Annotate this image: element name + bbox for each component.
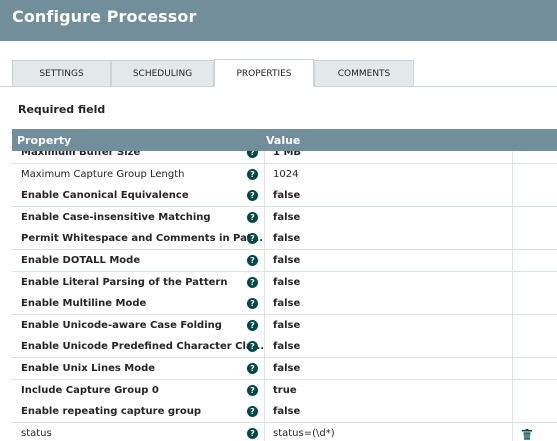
required-field-label: Required field bbox=[18, 103, 106, 116]
property-value[interactable]: false bbox=[264, 314, 512, 337]
table-row[interactable]: Enable Case-insensitive Matching? false bbox=[12, 206, 557, 229]
row-actions bbox=[512, 206, 557, 229]
row-actions bbox=[512, 401, 557, 424]
trash-icon[interactable] bbox=[522, 428, 532, 440]
property-value[interactable]: false bbox=[264, 336, 512, 359]
property-value[interactable]: status=(\d*) bbox=[264, 422, 512, 441]
property-value[interactable]: true bbox=[264, 379, 512, 402]
help-circle-icon[interactable]: ? bbox=[247, 384, 258, 396]
property-name: Enable Unicode-aware Case Folding bbox=[21, 319, 222, 331]
row-actions bbox=[512, 314, 557, 337]
help-circle-icon[interactable]: ? bbox=[247, 276, 258, 288]
property-name: Enable Unicode Predefined Character Cla.… bbox=[21, 341, 263, 353]
help-circle-icon[interactable]: ? bbox=[247, 211, 258, 223]
help-circle-icon[interactable]: ? bbox=[247, 319, 258, 331]
table-row[interactable]: status? status=(\d*) bbox=[12, 422, 557, 441]
row-actions bbox=[512, 358, 557, 380]
row-actions bbox=[512, 163, 557, 186]
property-value[interactable]: 1024 bbox=[264, 163, 512, 186]
property-value[interactable]: false bbox=[264, 358, 512, 380]
help-circle-icon[interactable]: ? bbox=[247, 363, 258, 374]
table-row[interactable]: Enable Literal Parsing of the Pattern? fa… bbox=[12, 271, 557, 294]
row-actions bbox=[512, 271, 557, 294]
dialog-title: Configure Processor bbox=[12, 7, 197, 26]
row-actions bbox=[512, 336, 557, 359]
row-actions bbox=[512, 151, 557, 164]
table-row[interactable]: Maximum Buffer Size? 1 MB bbox=[12, 151, 557, 164]
table-row[interactable]: Enable Unicode Predefined Character Cla.… bbox=[12, 336, 557, 359]
property-value[interactable]: false bbox=[264, 271, 512, 294]
tab-bar: SETTINGS SCHEDULING PROPERTIES COMMENTS bbox=[12, 59, 557, 87]
property-name: Enable repeating capture group bbox=[21, 406, 202, 418]
table-row[interactable]: Enable repeating capture group? false bbox=[12, 401, 557, 424]
table-row[interactable]: Permit Whitespace and Comments in Pat...… bbox=[12, 228, 557, 251]
property-name: Enable DOTALL Mode bbox=[21, 255, 141, 266]
help-circle-icon[interactable]: ? bbox=[247, 168, 258, 180]
dialog-titlebar: Configure Processor bbox=[0, 0, 557, 41]
property-value[interactable]: false bbox=[264, 206, 512, 229]
row-actions bbox=[512, 228, 557, 251]
property-name: Maximum Capture Group Length bbox=[21, 168, 185, 180]
property-name: Maximum Buffer Size bbox=[21, 151, 141, 158]
tab-properties[interactable]: PROPERTIES bbox=[214, 59, 314, 87]
property-name: Enable Canonical Equivalence bbox=[21, 190, 189, 202]
property-value[interactable]: 1 MB bbox=[264, 151, 512, 164]
table-row[interactable]: Enable Unix Lines Mode? false bbox=[12, 358, 557, 380]
property-name: status bbox=[21, 427, 52, 439]
table-row[interactable]: Enable DOTALL Mode? false bbox=[12, 250, 557, 272]
tab-scheduling[interactable]: SCHEDULING bbox=[111, 60, 214, 87]
property-name: Permit Whitespace and Comments in Pat... bbox=[21, 233, 263, 245]
table-row[interactable]: Include Capture Group 0? true bbox=[12, 379, 557, 402]
table-row[interactable]: Maximum Capture Group Length? 1024 bbox=[12, 163, 557, 186]
table-row[interactable]: Enable Unicode-aware Case Folding? false bbox=[12, 314, 557, 337]
property-value[interactable]: false bbox=[264, 293, 512, 316]
property-name: Enable Unix Lines Mode bbox=[21, 363, 156, 374]
table-row[interactable]: Enable Multiline Mode? false bbox=[12, 293, 557, 316]
help-circle-icon[interactable]: ? bbox=[247, 427, 258, 439]
row-actions bbox=[512, 379, 557, 402]
tab-comments[interactable]: COMMENTS bbox=[314, 60, 414, 87]
row-actions bbox=[512, 422, 557, 441]
value-column-header: Value bbox=[266, 134, 301, 147]
property-name: Include Capture Group 0 bbox=[21, 384, 159, 396]
table-body[interactable]: Maximum Buffer Size? 1 MB Maximum Capture … bbox=[12, 151, 557, 441]
property-value[interactable]: false bbox=[264, 185, 512, 208]
row-actions bbox=[512, 293, 557, 316]
properties-table: Property Value Maximum Buffer Size? 1 MB M… bbox=[12, 129, 557, 441]
row-actions bbox=[512, 250, 557, 272]
property-value[interactable]: false bbox=[264, 250, 512, 272]
property-value[interactable]: false bbox=[264, 228, 512, 251]
property-name: Enable Multiline Mode bbox=[21, 298, 147, 310]
property-name: Enable Literal Parsing of the Pattern bbox=[21, 276, 228, 288]
property-column-header: Property bbox=[17, 134, 72, 147]
tab-settings[interactable]: SETTINGS bbox=[12, 60, 111, 87]
table-header: Property Value bbox=[12, 129, 557, 151]
row-actions bbox=[512, 185, 557, 208]
property-name: Enable Case-insensitive Matching bbox=[21, 211, 211, 223]
property-value[interactable]: false bbox=[264, 401, 512, 424]
help-circle-icon[interactable]: ? bbox=[247, 255, 258, 266]
table-row[interactable]: Enable Canonical Equivalence? false bbox=[12, 185, 557, 208]
